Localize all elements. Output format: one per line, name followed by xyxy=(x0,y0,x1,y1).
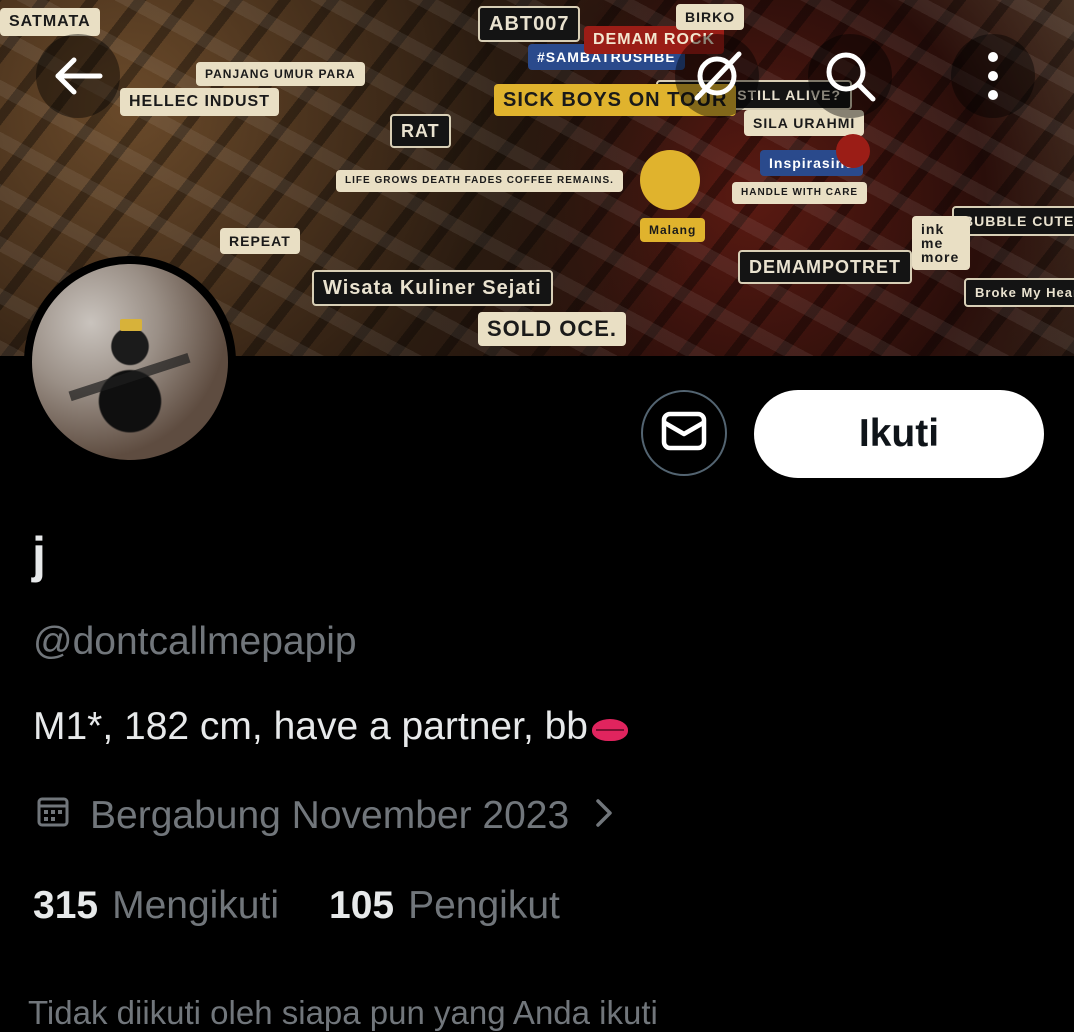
grok-icon xyxy=(689,48,745,104)
followers-count: 105 xyxy=(329,884,395,927)
banner-sticker: PANJANG UMUR PARA xyxy=(196,62,365,86)
grok-button[interactable] xyxy=(675,34,759,118)
following-count: 315 xyxy=(33,884,99,927)
banner-sticker: BUBBLE CUTE xyxy=(952,206,1074,236)
bio: M1*, 182 cm, have a partner, bb xyxy=(33,705,628,749)
message-button[interactable] xyxy=(641,390,727,476)
more-options-button[interactable] xyxy=(951,34,1035,118)
search-icon xyxy=(823,49,877,103)
calendar-icon xyxy=(36,794,70,838)
chevron-right-icon xyxy=(595,794,613,838)
banner-sticker-dot xyxy=(640,150,700,210)
envelope-icon xyxy=(661,411,707,456)
banner-sticker: ABT007 xyxy=(478,6,581,42)
arrow-left-icon xyxy=(52,56,104,96)
banner-sticker: HELLEC INDUST xyxy=(120,88,279,116)
followers-link[interactable]: 105 Pengikut xyxy=(329,884,560,928)
banner-sticker: BIRKO xyxy=(676,4,745,30)
banner-sticker-dot xyxy=(836,134,870,168)
follow-button[interactable]: Ikuti xyxy=(754,390,1044,478)
follow-stats: 315 Mengikuti 105 Pengikut xyxy=(33,884,560,928)
banner-sticker: Wisata Kuliner Sejati xyxy=(312,270,553,306)
banner-sticker: Broke My Heart. xyxy=(964,278,1074,307)
search-button[interactable] xyxy=(808,34,892,118)
user-handle: @dontcallmepapip xyxy=(33,620,357,663)
banner-sticker: HANDLE WITH CARE xyxy=(732,182,868,204)
kiss-lips-emoji xyxy=(592,719,628,741)
avatar-image xyxy=(32,264,228,460)
join-date-row[interactable]: Bergabung November 2023 xyxy=(36,794,613,838)
avatar[interactable] xyxy=(24,256,236,468)
banner-sticker: REPEAT xyxy=(220,228,300,254)
banner-sticker: LIFE GROWS DEATH FADES COFFEE REMAINS. xyxy=(336,170,623,192)
banner-sticker: ink me more xyxy=(912,216,970,270)
back-button[interactable] xyxy=(36,34,120,118)
bio-text: M1*, 182 cm, have a partner, bb xyxy=(33,705,588,748)
banner-sticker: Malang xyxy=(640,218,706,242)
more-vertical-icon xyxy=(986,51,1000,101)
following-link[interactable]: 315 Mengikuti xyxy=(33,884,279,928)
display-name: j xyxy=(32,527,46,583)
followers-label: Pengikut xyxy=(408,884,560,927)
banner-sticker: RAT xyxy=(390,114,451,148)
banner-sticker: SOLD OCE. xyxy=(478,312,627,346)
following-label: Mengikuti xyxy=(112,884,279,927)
followed-by-note: Tidak diikuti oleh siapa pun yang Anda i… xyxy=(28,994,658,1031)
banner-sticker: SATMATA xyxy=(0,8,100,36)
banner-sticker: DEMAMPOTRET xyxy=(738,250,912,284)
join-date-text: Bergabung November 2023 xyxy=(90,794,570,837)
